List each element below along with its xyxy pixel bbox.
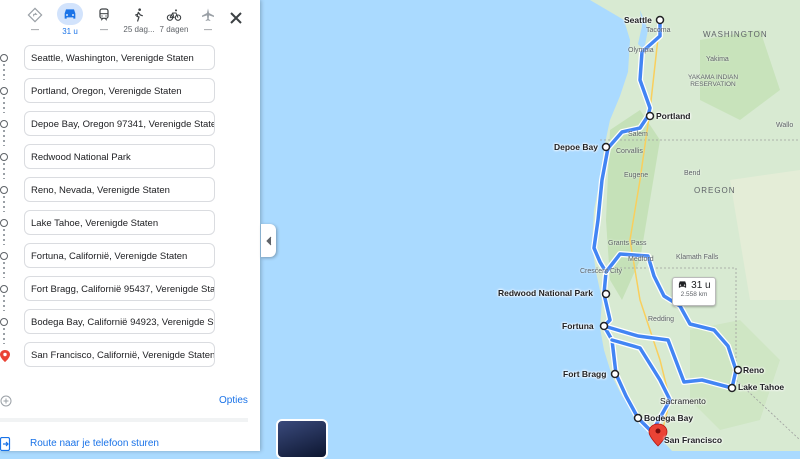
stop-connector	[3, 64, 5, 80]
map-label-bodega-bay: Bodega Bay	[644, 413, 694, 423]
waypoint-fortuna	[599, 321, 609, 331]
map-label-washington: WASHINGTON	[703, 30, 768, 39]
mode-transit[interactable]: —	[84, 3, 124, 34]
mode-best-label: —	[31, 25, 39, 34]
map-label-salem: Salem	[628, 131, 648, 138]
chevron-left-icon	[265, 236, 271, 245]
map-label-reno: Reno	[743, 365, 765, 375]
waypoint-portland	[645, 111, 655, 121]
stop-connector	[3, 262, 5, 278]
map-label-lake-tahoe: Lake Tahoe	[738, 382, 785, 392]
route-summary-time: 31 u	[673, 280, 715, 291]
mode-walk[interactable]: 25 dag...	[119, 3, 159, 34]
map-label-grants-pass: Grants Pass	[608, 240, 647, 247]
layers-thumbnail[interactable]	[276, 419, 328, 459]
stop-marker	[0, 318, 8, 326]
mode-best[interactable]: —	[15, 3, 55, 34]
stop-input[interactable]: Fort Bragg, Californië 95437, Verenigde …	[24, 276, 215, 301]
map-label-redding: Redding	[648, 316, 675, 323]
map-label-redwood: Redwood National Park	[498, 288, 593, 298]
stop-marker	[0, 285, 8, 293]
mode-walk-label: 25 dag...	[123, 25, 155, 34]
close-icon	[230, 12, 242, 24]
map-label-fort-bragg: Fort Bragg	[563, 369, 607, 379]
map-label-portland: Portland	[656, 111, 691, 121]
map-label-san-francisco: San Francisco	[664, 435, 723, 445]
stop-input[interactable]: San Francisco, Californië, Verenigde Sta…	[24, 342, 215, 367]
stop-input[interactable]: Reno, Nevada, Verenigde Staten	[24, 177, 215, 202]
map-label-fortuna: Fortuna	[562, 321, 594, 331]
send-to-phone-icon	[0, 437, 11, 451]
mode-flight[interactable]: —	[188, 3, 228, 34]
stop-input[interactable]: Fortuna, Californië, Verenigde Staten	[24, 243, 215, 268]
stop-connector	[3, 295, 5, 311]
stop-connector	[3, 97, 5, 113]
map-label-medford: Medford	[628, 256, 654, 263]
directions-icon	[27, 7, 43, 23]
options-link[interactable]: Opties	[219, 395, 248, 406]
map-label-corvallis: Corvallis	[616, 148, 643, 155]
send-to-phone-row[interactable]: Route naar je telefoon sturen	[0, 436, 260, 451]
destination-marker-icon	[0, 350, 10, 362]
stop-input[interactable]: Lake Tahoe, Verenigde Staten	[24, 210, 215, 235]
stop-connector	[3, 229, 5, 245]
stop-connector	[3, 130, 5, 146]
close-button[interactable]	[226, 8, 246, 28]
car-icon	[679, 281, 687, 288]
map-label-eugene: Eugene	[624, 172, 649, 179]
add-destination-icon[interactable]	[0, 395, 12, 407]
waypoint-reno	[733, 365, 743, 375]
stop-marker	[0, 87, 8, 95]
route-summary-card[interactable]: 31 u 2.558 km	[672, 277, 716, 306]
bike-icon	[166, 9, 182, 21]
map-label-bend: Bend	[684, 170, 701, 177]
map-label-oregon: OREGON	[694, 186, 736, 195]
waypoint-depoe-bay	[601, 142, 611, 152]
section-divider	[0, 418, 248, 422]
travel-mode-bar: — 31 u — 25 dag... 7 dagen —	[0, 0, 260, 40]
stop-connector	[3, 328, 5, 344]
mode-flight-label: —	[204, 25, 212, 34]
map-label-tacoma: Tacoma	[646, 27, 671, 34]
map-label-olympia: Olympia	[628, 47, 654, 54]
map-label-crescent-city: Crescent City	[580, 268, 623, 275]
stop-input[interactable]: Depoe Bay, Oregon 97341, Verenigde State…	[24, 111, 215, 136]
car-icon	[64, 9, 76, 19]
stop-connector	[3, 196, 5, 212]
waypoint-lake-tahoe	[727, 383, 737, 393]
waypoint-seattle	[655, 15, 665, 25]
directions-panel: — 31 u — 25 dag... 7 dagen — Seattle, Wa…	[0, 0, 260, 451]
stop-marker	[0, 252, 8, 260]
map-label-klamath-falls: Klamath Falls	[676, 254, 719, 261]
stop-connector	[3, 163, 5, 179]
map-label-depoe-bay: Depoe Bay	[554, 142, 598, 152]
stop-marker	[0, 219, 8, 227]
route-time-text: 31 u	[691, 280, 711, 291]
route-summary-distance: 2.558 km	[680, 291, 708, 298]
stop-marker	[0, 120, 8, 128]
walk-icon	[135, 8, 143, 22]
plane-icon	[202, 8, 214, 21]
stop-marker	[0, 153, 8, 161]
mode-transit-label: —	[100, 25, 108, 34]
stop-marker	[0, 186, 8, 194]
stop-input[interactable]: Portland, Oregon, Verenigde Staten	[24, 78, 215, 103]
map-label-seattle: Seattle	[624, 15, 652, 25]
stop-input[interactable]: Redwood National Park	[24, 144, 215, 169]
send-to-phone-label: Route naar je telefoon sturen	[30, 438, 159, 449]
collapse-panel-button[interactable]	[261, 224, 276, 257]
stop-input[interactable]: Seattle, Washington, Verenigde Staten	[24, 45, 215, 70]
map-label-sacramento: Sacramento	[660, 396, 706, 406]
waypoint-fort-bragg	[610, 369, 620, 379]
map-label-yakama-reservation: YAKAMA INDIAN RESERVATION	[687, 74, 739, 88]
map-label-yakima: Yakima	[706, 56, 729, 63]
stop-marker	[0, 54, 8, 62]
waypoint-redwood	[601, 289, 611, 299]
train-icon	[99, 8, 109, 21]
map-label-walla: Wallo	[776, 122, 794, 129]
waypoint-bodega-bay	[633, 413, 643, 423]
stop-input[interactable]: Bodega Bay, Californië 94923, Verenigde …	[24, 309, 215, 334]
